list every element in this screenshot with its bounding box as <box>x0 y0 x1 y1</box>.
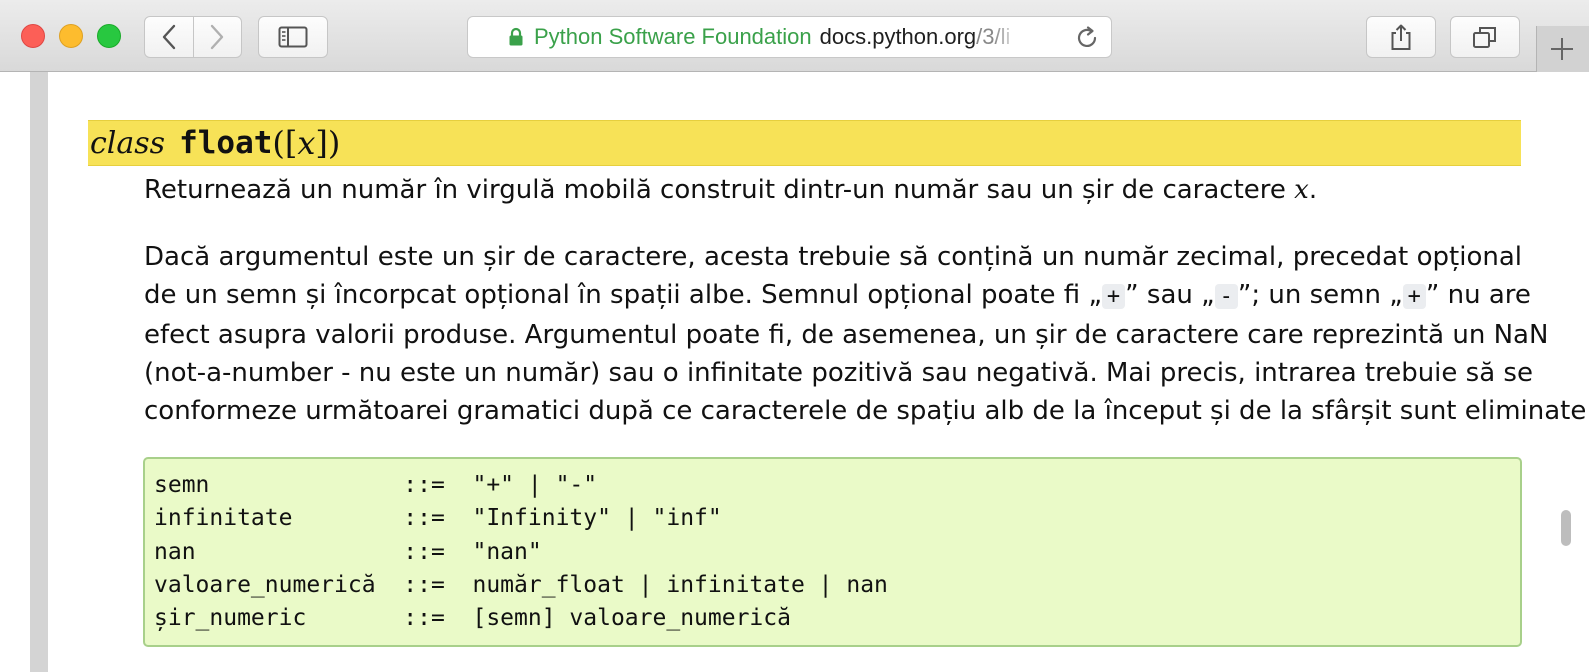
new-tab-button[interactable] <box>1536 26 1589 72</box>
intro-text: Returnează un număr în virgulă mobilă co… <box>144 175 1295 205</box>
grammar-line: valoare_numerică ::= număr_float | infin… <box>154 572 888 598</box>
share-icon <box>1391 24 1411 50</box>
zoom-window-button[interactable] <box>97 24 121 48</box>
grammar-line: nan ::= "nan" <box>154 539 542 565</box>
chevron-left-icon <box>162 24 175 50</box>
address-bar[interactable]: Python Software Foundation docs.python.o… <box>467 16 1112 58</box>
inline-code-plus: + <box>1101 284 1126 309</box>
description-text: de un semn și încorpcat opțional în spaț… <box>144 280 1102 310</box>
signature-name: float <box>179 125 273 161</box>
show-tabs-button[interactable] <box>1450 16 1520 58</box>
description-line: conformeze următoarei gramatici după ce … <box>144 396 1589 426</box>
minimize-window-button[interactable] <box>59 24 83 48</box>
plus-icon <box>1551 38 1573 60</box>
inline-code-minus: - <box>1214 284 1238 309</box>
description-line: Dacă argumentul este un șir de caractere… <box>144 242 1522 272</box>
signature-args: ([x]) <box>272 124 340 162</box>
grammar-line: șir_numeric ::= [semn] valoare_numerică <box>154 605 791 631</box>
description-paragraph: Dacă argumentul este un șir de caractere… <box>144 238 1589 430</box>
intro-paragraph: Returnează un număr în virgulă mobilă co… <box>144 171 1522 209</box>
chevron-right-icon <box>211 24 224 50</box>
signature-open: ([ <box>272 124 298 162</box>
browser-toolbar: Python Software Foundation docs.python.o… <box>0 0 1589 72</box>
sidebar-toggle-button[interactable] <box>258 16 328 58</box>
url-text: Python Software Foundation docs.python.o… <box>510 17 1060 57</box>
url-domain: docs.python.org <box>819 24 977 49</box>
signature-arg: x <box>297 124 316 162</box>
tabs-overview-icon <box>1473 27 1496 48</box>
intro-var: x <box>1294 175 1309 205</box>
grammar-code-block: semn ::= "+" | "-" infinitate ::= "Infin… <box>143 457 1522 647</box>
navigation-buttons <box>144 16 242 58</box>
description-text: ” sau „ <box>1125 280 1215 310</box>
sidebar-icon <box>278 26 308 48</box>
share-button[interactable] <box>1366 16 1436 58</box>
reload-icon[interactable] <box>1074 25 1100 51</box>
url-path: /3/li <box>976 24 1011 49</box>
signature-close: ]) <box>315 124 341 162</box>
signature-keyword: class <box>90 125 166 161</box>
page-left-gutter <box>30 72 48 672</box>
grammar-line: infinitate ::= "Infinity" | "inf" <box>154 505 722 531</box>
grammar-line: semn ::= "+" | "-" <box>154 472 598 498</box>
forward-button[interactable] <box>194 17 242 57</box>
description-text: ”; un semn „ <box>1237 280 1403 310</box>
back-button[interactable] <box>145 17 194 57</box>
description-text: ” nu are <box>1425 280 1531 310</box>
description-line: efect asupra valorii produse. Argumentul… <box>144 320 1549 350</box>
intro-end: . <box>1308 175 1318 205</box>
description-line: de un semn și încorpcat opțional în spaț… <box>144 276 1531 316</box>
scrollbar-thumb[interactable] <box>1561 510 1571 546</box>
certificate-organization: Python Software Foundation <box>534 24 812 49</box>
close-window-button[interactable] <box>21 24 45 48</box>
description-line: (not-a-number - nu este un număr) sau o … <box>144 358 1533 388</box>
inline-code-plus: + <box>1402 284 1426 309</box>
class-signature: class float ([x]) <box>88 120 1521 166</box>
